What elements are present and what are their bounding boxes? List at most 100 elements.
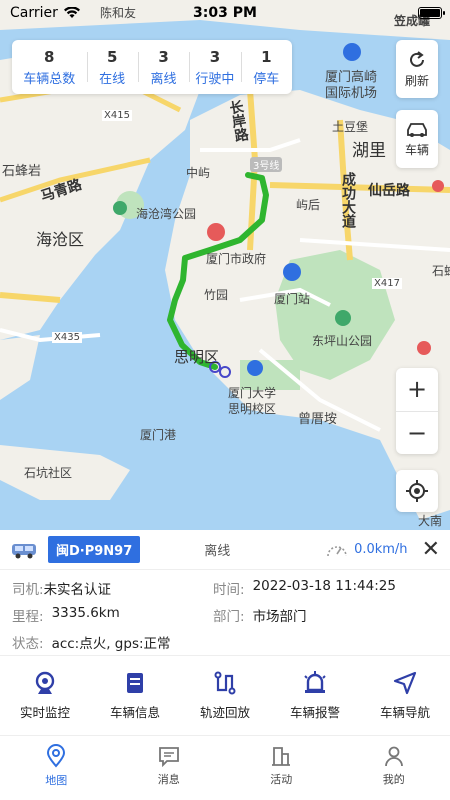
- refresh-icon: [410, 50, 424, 67]
- status-value: acc:点火, gps:正常: [51, 635, 171, 652]
- tab-label: 地图: [45, 774, 68, 787]
- stat-value: 1: [261, 47, 272, 66]
- stat-value: 5: [106, 47, 118, 66]
- car-icon: [407, 122, 427, 137]
- tab-activity[interactable]: 活动: [225, 736, 338, 800]
- vehicle-navigation-button[interactable]: 车辆导航: [360, 656, 450, 735]
- map-label: 东坪山公园: [312, 334, 373, 348]
- speed-display: 0.0km/h: [326, 541, 408, 559]
- refresh-label: 刷新: [404, 73, 429, 88]
- zoom-in-button[interactable]: +: [396, 368, 438, 412]
- map-label: 3号线: [250, 157, 283, 172]
- mileage-key: 里程:: [12, 608, 44, 625]
- map-label: 厦门大学: [228, 386, 277, 400]
- map-label: 土豆堡: [332, 120, 369, 134]
- vehicle-alarm-button[interactable]: 车辆报警: [270, 656, 360, 735]
- action-label: 车辆信息: [109, 705, 160, 720]
- dept-value: 市场部门: [252, 608, 307, 625]
- route-icon: [214, 671, 236, 695]
- document-icon: [127, 673, 143, 693]
- map-label: 中屿: [186, 166, 211, 180]
- time-value: 2022-03-18 11:44:25: [252, 577, 396, 594]
- map-label: 石坑社区: [24, 466, 73, 480]
- stat-label: 停车: [253, 71, 280, 87]
- refresh-button[interactable]: 刷新: [396, 40, 438, 98]
- tab-label: 我的: [382, 773, 405, 786]
- map-label: X435: [52, 332, 82, 343]
- wifi-icon: [63, 7, 80, 18]
- mileage-value: 3335.6km: [51, 604, 120, 621]
- stat-offline[interactable]: 3 离线: [137, 40, 189, 94]
- driver-value: 未实名认证: [43, 581, 112, 598]
- locate-icon: [406, 480, 428, 502]
- vehicles-button[interactable]: 车辆: [396, 110, 438, 168]
- speed-value: 0.0km/h: [354, 542, 408, 557]
- map-label: 曾厝垵: [298, 412, 338, 427]
- stat-label: 行驶中: [195, 71, 235, 87]
- map-label: 成功大道: [340, 172, 356, 228]
- map-label: 屿后: [296, 198, 321, 212]
- map-label: 海沧区: [36, 230, 85, 249]
- map-label: 仙岳路: [368, 183, 410, 199]
- live-monitor-button[interactable]: 实时监控: [0, 656, 90, 735]
- track-playback-button[interactable]: 轨迹回放: [180, 656, 270, 735]
- stat-value: 3: [158, 47, 169, 66]
- map-pin-icon: [47, 744, 66, 768]
- tab-profile[interactable]: 我的: [338, 736, 450, 800]
- vehicle-state: 离线: [204, 544, 231, 559]
- status-bar: Carrier 3:03 PM: [0, 0, 450, 26]
- stat-label: 离线: [150, 71, 177, 87]
- close-icon[interactable]: ✕: [422, 537, 440, 562]
- map-label: 厦门港: [140, 428, 177, 442]
- time-key: 时间:: [213, 581, 245, 598]
- map-label: 湖里: [352, 141, 386, 161]
- plate-badge: 闽D·P9N97: [48, 536, 141, 563]
- carrier-label: Carrier: [10, 5, 58, 21]
- user-icon: [384, 746, 403, 767]
- status-key: 状态:: [12, 635, 44, 652]
- stat-total[interactable]: 8 车辆总数: [12, 40, 87, 94]
- map-label: 国际机场: [325, 86, 378, 101]
- stat-moving[interactable]: 3 行驶中: [189, 40, 240, 94]
- camera-icon: [35, 671, 55, 694]
- dept-key: 部门:: [213, 608, 245, 625]
- map-label: 石蜂岩: [2, 164, 42, 179]
- action-bar: 实时监控 车辆信息 轨迹回放 车辆报警 车辆导航: [0, 656, 450, 736]
- map-label: 海沧湾公园: [136, 207, 197, 221]
- action-label: 实时监控: [19, 705, 70, 720]
- alarm-icon: [304, 671, 326, 693]
- map-label: 石蜂: [432, 264, 450, 278]
- driver-key: 司机:: [12, 581, 44, 598]
- map-label: 大南: [418, 514, 443, 528]
- vehicle-header: 闽D·P9N97 离线 0.0km/h ✕: [0, 530, 450, 570]
- stat-value: 8: [44, 47, 55, 66]
- zoom-out-button[interactable]: −: [396, 412, 438, 455]
- tab-label: 消息: [157, 773, 180, 786]
- zoom-control: + −: [396, 368, 438, 454]
- map-label: 厦门市政府: [206, 252, 267, 266]
- vehicle-icon: [12, 543, 36, 558]
- stat-label: 在线: [99, 71, 126, 87]
- action-label: 轨迹回放: [199, 705, 250, 720]
- action-label: 车辆导航: [379, 705, 430, 720]
- stat-online[interactable]: 5 在线: [86, 40, 138, 94]
- locate-button[interactable]: [396, 470, 438, 512]
- battery-icon: [418, 7, 445, 19]
- vehicle-info: 司机: 未实名认证 时间: 2022-03-18 11:44:25 里程: 33…: [0, 570, 450, 656]
- building-icon: [272, 747, 291, 766]
- clock: 3:03 PM: [193, 5, 257, 21]
- map-label: 竹园: [204, 288, 229, 302]
- tab-messages[interactable]: 消息: [113, 736, 226, 800]
- stat-parked[interactable]: 1 停车: [240, 40, 292, 94]
- speedometer-icon: [327, 545, 347, 556]
- map-label: 思明校区: [228, 402, 277, 416]
- stat-label: 车辆总数: [23, 71, 76, 87]
- tab-label: 活动: [270, 773, 293, 786]
- navigation-icon: [393, 671, 417, 695]
- vehicle-stats-panel: 8 车辆总数 5 在线 3 离线 3 行驶中 1 停车: [12, 40, 292, 94]
- tab-map[interactable]: 地图: [0, 736, 113, 800]
- action-label: 车辆报警: [289, 705, 340, 720]
- map-label: X417: [372, 278, 402, 289]
- vehicle-info-button[interactable]: 车辆信息: [90, 656, 180, 735]
- bottom-tab-bar: 地图 消息 活动 我的: [0, 736, 450, 800]
